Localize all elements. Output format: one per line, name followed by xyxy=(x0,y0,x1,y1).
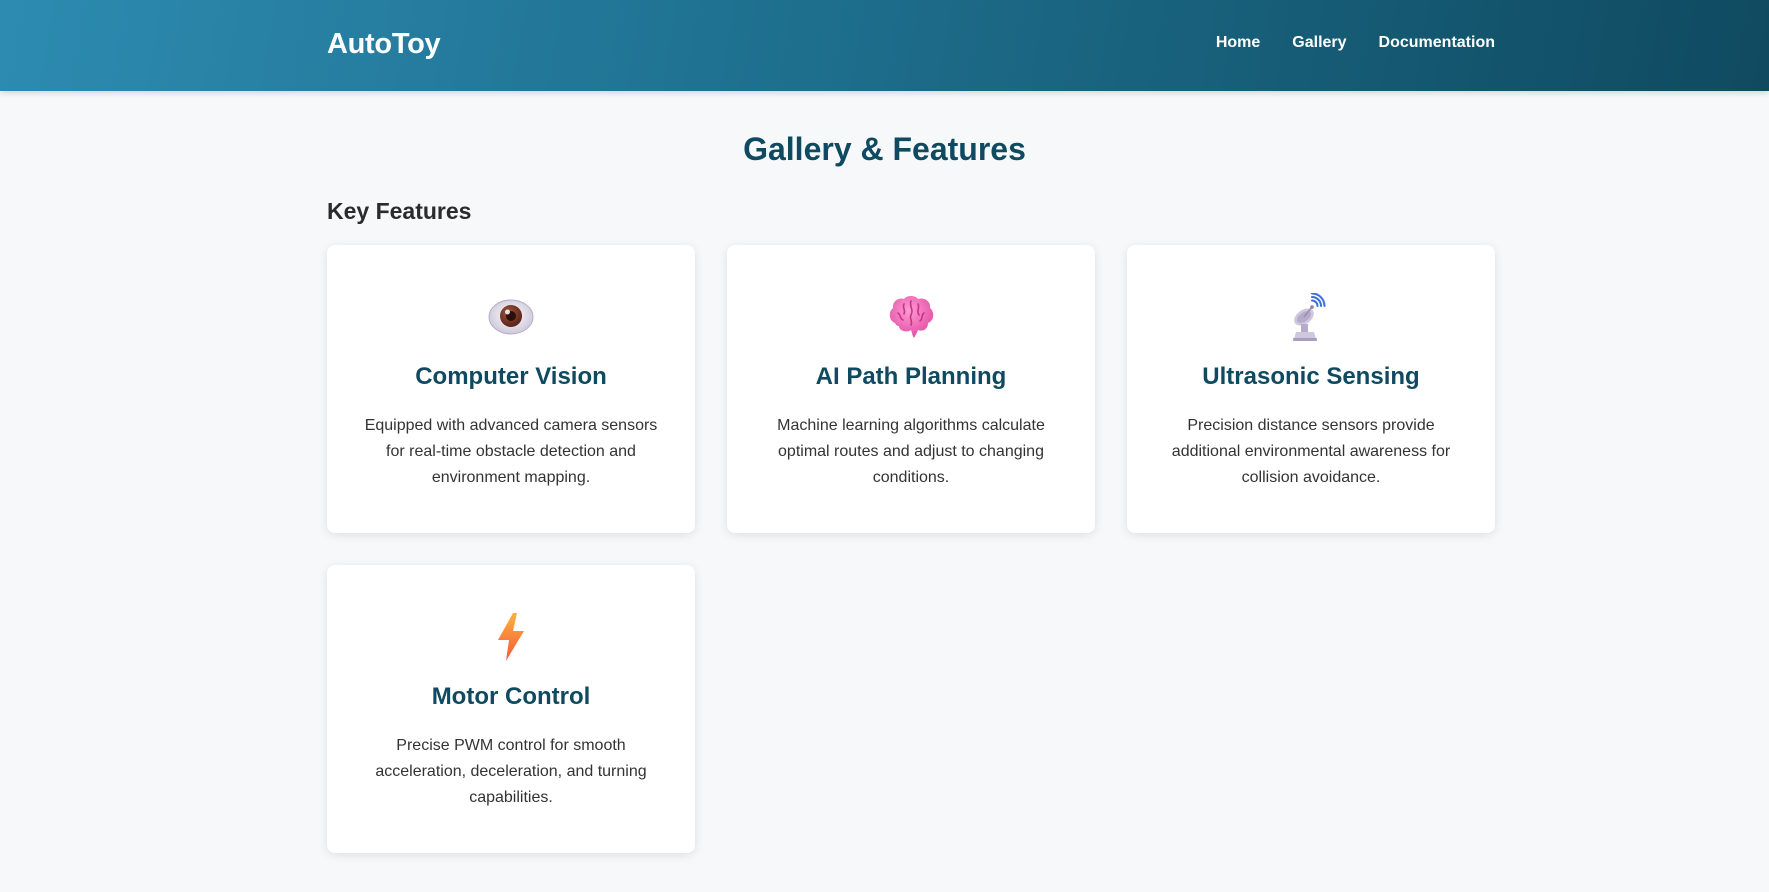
feature-description: Equipped with advanced camera sensors fo… xyxy=(364,417,658,486)
satellite-dish-icon xyxy=(1287,293,1335,341)
feature-description: Machine learning algorithms calculate op… xyxy=(777,417,1045,486)
nav-home-link[interactable]: Home xyxy=(1216,34,1260,52)
feature-card-ai-path-planning: AI Path Planning Machine learning algori… xyxy=(727,245,1095,533)
main-nav: Home Gallery Documentation xyxy=(1216,34,1495,52)
section-title-key-features: Key Features xyxy=(327,198,472,224)
feature-title: AI Path Planning xyxy=(815,363,1007,390)
site-header: AutoToy Home Gallery Documentation xyxy=(0,0,1769,91)
eye-icon xyxy=(487,293,535,341)
brain-icon xyxy=(887,293,935,341)
lightning-bolt-icon xyxy=(487,613,535,661)
feature-title: Motor Control xyxy=(431,683,591,710)
feature-title: Ultrasonic Sensing xyxy=(1202,363,1420,390)
nav-gallery-link[interactable]: Gallery xyxy=(1292,34,1346,52)
feature-card-motor-control: Motor Control Precise PWM control for sm… xyxy=(327,565,695,853)
site-logo[interactable]: AutoToy xyxy=(327,28,441,61)
page-title: Gallery & Features xyxy=(743,131,1026,167)
feature-title: Computer Vision xyxy=(415,363,607,390)
feature-card-ultrasonic-sensing: Ultrasonic Sensing Precision distance se… xyxy=(1127,245,1495,533)
header-inner: AutoToy Home Gallery Documentation xyxy=(327,0,1495,91)
feature-description: Precise PWM control for smooth accelerat… xyxy=(375,737,647,806)
feature-card-computer-vision: Computer Vision Equipped with advanced c… xyxy=(327,245,695,533)
features-grid: Computer Vision Equipped with advanced c… xyxy=(327,245,1495,853)
nav-documentation-link[interactable]: Documentation xyxy=(1379,34,1495,52)
feature-description: Precision distance sensors provide addit… xyxy=(1171,417,1451,486)
